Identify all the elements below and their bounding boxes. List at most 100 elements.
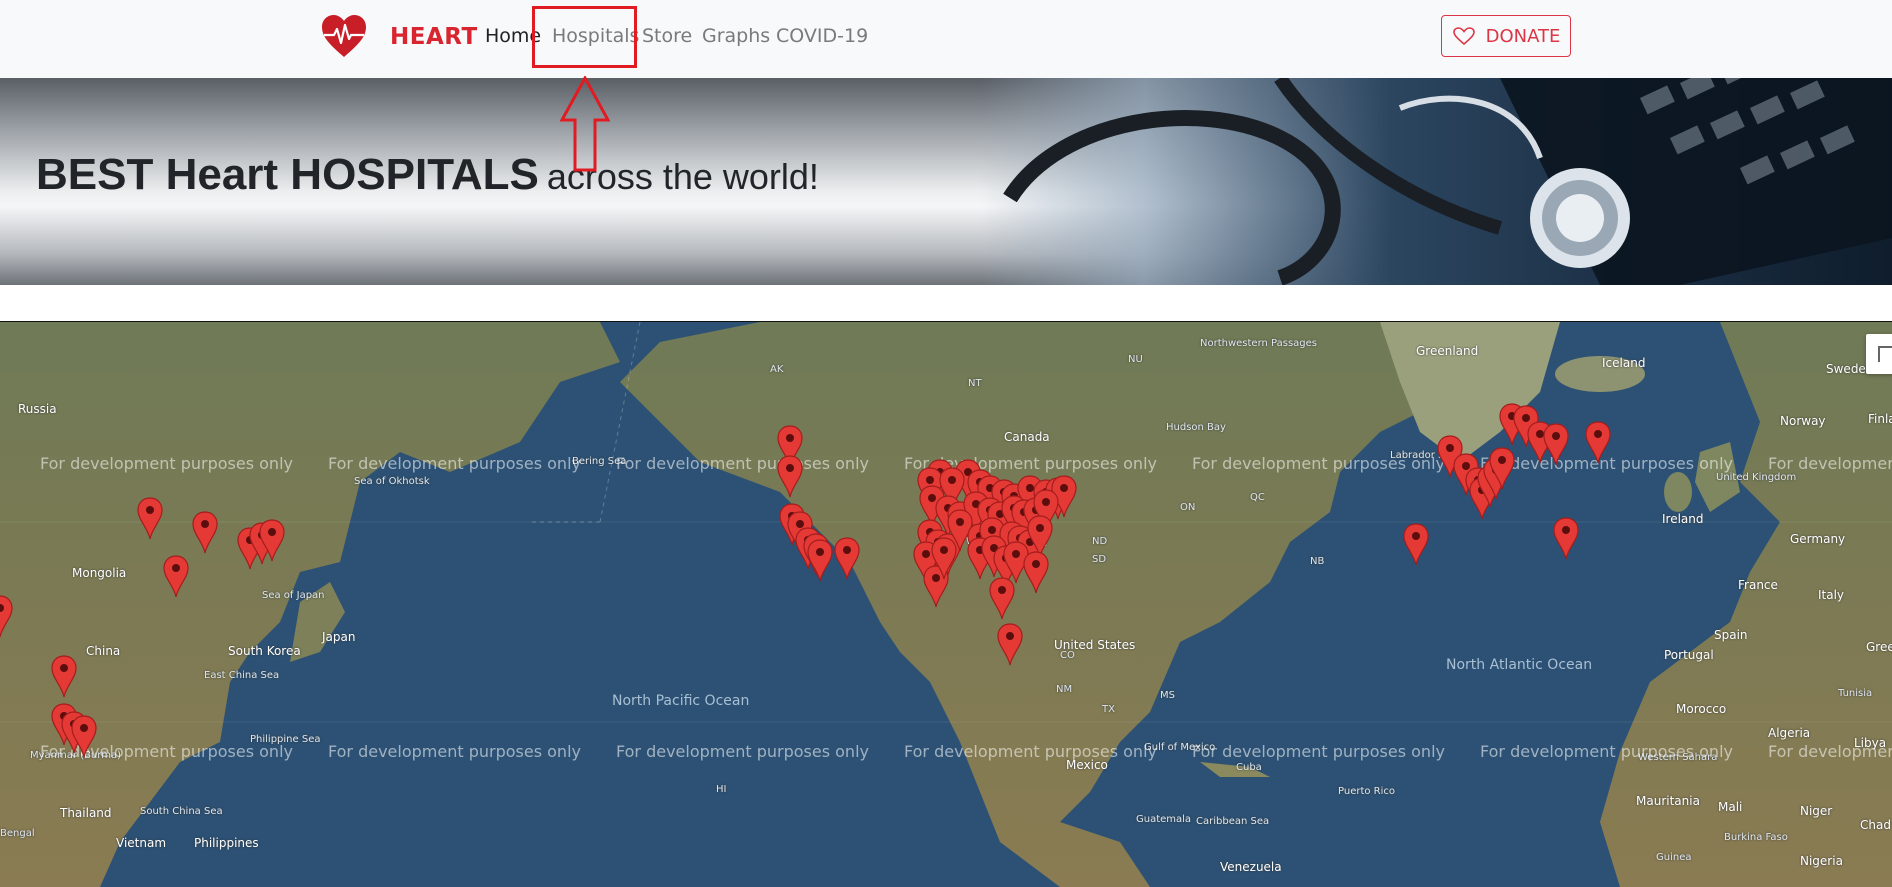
brand-logo-link[interactable]: HEART (320, 10, 478, 64)
label-state-ak: AK (770, 364, 784, 375)
label-burkina-faso: Burkina Faso (1724, 832, 1788, 843)
label-state-nt: NT (968, 378, 982, 389)
label-tunisia: Tunisia (1838, 688, 1873, 699)
label-state-qc: QC (1250, 492, 1265, 503)
label-guinea: Guinea (1656, 852, 1692, 863)
hero-title-bold: BEST Heart HOSPITALS (36, 150, 539, 199)
label-sea-of-japan: Sea of Japan (262, 590, 325, 601)
hospital-marker-pin-icon[interactable] (1022, 550, 1050, 594)
hospital-marker-pin-icon[interactable] (776, 454, 804, 498)
label-state-on: ON (1180, 502, 1196, 513)
hospital-marker-pin-icon[interactable] (258, 518, 286, 562)
label-united-kingdom: United Kingdom (1716, 472, 1797, 483)
label-state-ms: MS (1160, 690, 1175, 701)
hospital-marker-pin-icon[interactable] (1542, 422, 1570, 466)
label-northwestern-passages: Northwestern Passages (1200, 338, 1318, 349)
dev-watermark: For development purposes only (40, 454, 293, 473)
label-japan: Japan (322, 630, 356, 644)
label-italy: Italy (1818, 588, 1845, 602)
label-cuba: Cuba (1236, 762, 1262, 773)
hospital-marker-pin-icon[interactable] (0, 594, 14, 638)
nav-link-store[interactable]: Store (642, 24, 692, 48)
dev-watermark: For development purposes only (1768, 742, 1892, 761)
hospital-marker-pin-icon[interactable] (1488, 446, 1516, 490)
label-mauritania: Mauritania (1636, 794, 1700, 808)
nav-link-graphs[interactable]: Graphs (702, 24, 770, 48)
dev-watermark: For development purposes only (328, 742, 581, 761)
hospital-marker-pin-icon[interactable] (1402, 522, 1430, 566)
fullscreen-icon (1878, 346, 1892, 362)
dev-watermark: For development purposes only (616, 742, 869, 761)
label-state-tx: TX (1102, 704, 1115, 715)
dev-watermark: For development purposes only (904, 742, 1157, 761)
label-vietnam: Vietnam (116, 836, 167, 850)
heart-logo-icon (322, 15, 366, 57)
heart-outline-icon (1452, 27, 1475, 46)
fullscreen-button[interactable] (1866, 334, 1892, 374)
label-germany: Germany (1790, 532, 1846, 546)
label-france: France (1738, 578, 1778, 592)
hero-title: BEST Heart HOSPITALS across the world! (36, 150, 819, 200)
hospital-marker-pin-icon[interactable] (930, 536, 958, 580)
hospital-marker-pin-icon[interactable] (136, 496, 164, 540)
label-norway: Norway (1780, 414, 1826, 428)
hero-banner: BEST Heart HOSPITALS across the world! (0, 78, 1892, 285)
hospital-marker-pin-icon[interactable] (833, 536, 861, 580)
dev-watermark: For development purposes only (616, 454, 869, 473)
label-guatemala: Guatemala (1136, 814, 1192, 825)
label-niger: Niger (1800, 804, 1833, 818)
label-iceland: Iceland (1602, 356, 1646, 370)
label-state-hi: HI (716, 784, 727, 795)
label-puerto-rico: Puerto Rico (1338, 786, 1396, 797)
label-state-co: CO (1060, 650, 1075, 661)
hospital-marker-pin-icon[interactable] (806, 538, 834, 582)
label-south-china-sea: South China Sea (140, 806, 223, 817)
label-russia: Russia (18, 402, 57, 416)
stethoscope-laptop-image (980, 78, 1892, 285)
label-chad: Chad (1860, 818, 1891, 832)
hospital-marker-pin-icon[interactable] (70, 714, 98, 758)
label-algeria: Algeria (1768, 726, 1811, 740)
up-arrow-annotation-icon (560, 76, 610, 172)
hospital-marker-pin-icon[interactable] (50, 654, 78, 698)
label-state-nm: NM (1056, 684, 1073, 695)
label-venezuela: Venezuela (1220, 860, 1282, 874)
nav-link-covid-19[interactable]: COVID-19 (776, 24, 868, 48)
label-portugal: Portugal (1664, 648, 1714, 662)
donate-button[interactable]: DONATE (1441, 15, 1571, 57)
hospital-marker-pin-icon[interactable] (162, 554, 190, 598)
label-finland: Finland (1868, 412, 1892, 426)
label-mongolia: Mongolia (72, 566, 127, 580)
donate-label: DONATE (1485, 25, 1561, 47)
label-nigeria: Nigeria (1800, 854, 1843, 868)
hospitals-map[interactable]: Russia Mongolia China South Korea Japan … (0, 321, 1892, 887)
label-morocco: Morocco (1676, 702, 1727, 716)
hospital-marker-pin-icon[interactable] (988, 576, 1016, 620)
label-state-nu: NU (1128, 354, 1143, 365)
label-china: China (86, 644, 121, 658)
label-greenland: Greenland (1416, 344, 1479, 358)
hospital-marker-pin-icon[interactable] (1584, 420, 1612, 464)
label-state-sd: SD (1092, 554, 1107, 565)
label-mali: Mali (1718, 800, 1743, 814)
label-south-korea: South Korea (228, 644, 301, 658)
label-state-nd: ND (1092, 536, 1108, 547)
label-bengal: Bengal (0, 828, 35, 839)
label-sea-of-okhotsk: Sea of Okhotsk (354, 476, 430, 487)
hospital-marker-pin-icon[interactable] (191, 510, 219, 554)
label-east-china-sea: East China Sea (204, 670, 280, 681)
label-north-atlantic-ocean: North Atlantic Ocean (1446, 657, 1593, 673)
hospitals-highlight-box (532, 6, 637, 68)
label-ireland: Ireland (1662, 512, 1704, 526)
navbar: HEART Home Hospitals Store Graphs COVID-… (0, 0, 1892, 78)
brand-name: HEART (390, 24, 478, 50)
dev-watermark: For development purposes only (1480, 742, 1733, 761)
dev-watermark: For development purposes only (1192, 454, 1445, 473)
hospital-marker-pin-icon[interactable] (1552, 516, 1580, 560)
label-hudson-bay: Hudson Bay (1166, 422, 1226, 433)
hospital-marker-pin-icon[interactable] (996, 622, 1024, 666)
label-caribbean-sea: Caribbean Sea (1196, 816, 1270, 827)
label-north-pacific-ocean: North Pacific Ocean (612, 693, 750, 709)
dev-watermark: For development purposes only (328, 454, 581, 473)
label-philippines: Philippines (194, 836, 259, 850)
